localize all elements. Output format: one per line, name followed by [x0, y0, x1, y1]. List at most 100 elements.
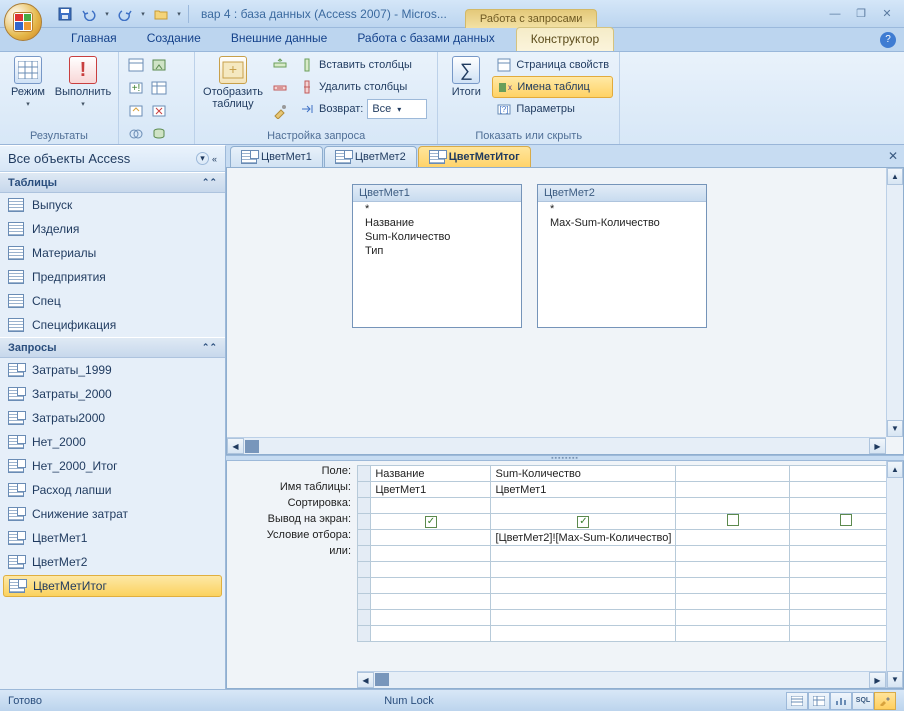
- table-box-1[interactable]: ЦветМет1 *НазваниеSum-КоличествоТип: [352, 184, 522, 328]
- qbe-cell[interactable]: [491, 594, 676, 610]
- sql-view-button[interactable]: SQL: [852, 692, 874, 710]
- qbe-cell[interactable]: [371, 578, 491, 594]
- scroll-up-icon[interactable]: ▲: [887, 168, 903, 185]
- qbe-cell[interactable]: ✓: [491, 514, 676, 530]
- select-query-icon[interactable]: [125, 54, 147, 76]
- nav-section-tables[interactable]: Таблицы⌃⌃: [0, 172, 225, 193]
- table-field[interactable]: Название: [353, 216, 521, 230]
- delete-rows-icon[interactable]: [269, 77, 291, 99]
- show-checkbox[interactable]: [840, 514, 852, 526]
- row-selector[interactable]: [358, 626, 371, 642]
- tab-design[interactable]: Конструктор: [516, 27, 614, 51]
- show-checkbox[interactable]: ✓: [425, 516, 437, 528]
- row-selector[interactable]: [358, 562, 371, 578]
- row-selector[interactable]: [358, 594, 371, 610]
- row-selector[interactable]: [358, 610, 371, 626]
- nav-header[interactable]: Все объекты Access ▾«: [0, 146, 225, 172]
- builder-icon[interactable]: [269, 100, 291, 122]
- qbe-cell[interactable]: [676, 594, 789, 610]
- scroll-down-icon[interactable]: ▼: [887, 671, 903, 688]
- qbe-cell[interactable]: [371, 610, 491, 626]
- doc-tab-3[interactable]: ЦветМетИтог: [418, 146, 531, 167]
- help-icon[interactable]: ?: [880, 32, 896, 48]
- restore-button[interactable]: ❐: [850, 5, 872, 23]
- row-selector[interactable]: [358, 546, 371, 562]
- run-button[interactable]: ! Выполнить ▾: [54, 54, 112, 110]
- scroll-right-icon[interactable]: ▶: [869, 672, 886, 688]
- show-checkbox[interactable]: [727, 514, 739, 526]
- append-query-icon[interactable]: +!: [125, 77, 147, 99]
- qbe-cell[interactable]: ✓: [371, 514, 491, 530]
- doc-tab-2[interactable]: ЦветМет2: [324, 146, 417, 167]
- scroll-left-icon[interactable]: ◀: [227, 438, 244, 454]
- qbe-cell[interactable]: [ЦветМет2]![Max-Sum-Количество]: [491, 530, 676, 546]
- qat-more-icon[interactable]: ▾: [174, 3, 184, 25]
- qbe-cell[interactable]: [371, 546, 491, 562]
- save-icon[interactable]: [54, 3, 76, 25]
- qbe-cell[interactable]: [676, 562, 789, 578]
- scroll-up-icon[interactable]: ▲: [887, 461, 903, 478]
- table-field[interactable]: Sum-Количество: [353, 230, 521, 244]
- delete-columns-button[interactable]: Удалить столбцы: [295, 76, 431, 98]
- qbe-cell[interactable]: [371, 498, 491, 514]
- nav-query-item[interactable]: Расход лапши: [0, 478, 225, 502]
- passthrough-query-icon[interactable]: [148, 123, 170, 145]
- nav-table-item[interactable]: Спецификация: [0, 313, 225, 337]
- nav-query-item[interactable]: Снижение затрат: [0, 502, 225, 526]
- union-query-icon[interactable]: [125, 123, 147, 145]
- datasheet-view-button[interactable]: [786, 692, 808, 710]
- qbe-cell[interactable]: [676, 578, 789, 594]
- view-button[interactable]: Режим ▾: [6, 54, 50, 110]
- vertical-scrollbar[interactable]: ▲▼: [886, 168, 903, 437]
- totals-button[interactable]: ∑ Итоги: [444, 54, 488, 100]
- tab-database[interactable]: Работа с базами данных: [342, 26, 509, 51]
- qbe-cell[interactable]: [676, 610, 789, 626]
- query-designer-top[interactable]: ЦветМет1 *НазваниеSum-КоличествоТип Цвет…: [226, 168, 904, 455]
- qbe-cell[interactable]: ЦветМет1: [491, 482, 676, 498]
- open-folder-icon[interactable]: [150, 3, 172, 25]
- table-field[interactable]: *: [538, 202, 706, 216]
- qbe-cell[interactable]: [491, 498, 676, 514]
- nav-collapse-icon[interactable]: «: [212, 154, 217, 164]
- nav-query-item[interactable]: Нет_2000: [0, 430, 225, 454]
- tab-home[interactable]: Главная: [56, 26, 132, 51]
- row-selector[interactable]: [358, 466, 371, 482]
- nav-query-item[interactable]: Затраты_1999: [0, 358, 225, 382]
- delete-query-icon[interactable]: [148, 100, 170, 122]
- horizontal-scrollbar[interactable]: ◀▶: [227, 437, 886, 454]
- office-button[interactable]: [4, 3, 42, 41]
- table-field[interactable]: Тип: [353, 244, 521, 258]
- qbe-cell[interactable]: [676, 498, 789, 514]
- qbe-cell[interactable]: [491, 562, 676, 578]
- row-selector[interactable]: [358, 514, 371, 530]
- row-selector[interactable]: [358, 482, 371, 498]
- qbe-cell[interactable]: [491, 610, 676, 626]
- redo-icon[interactable]: [114, 3, 136, 25]
- undo-dropdown-icon[interactable]: ▾: [102, 3, 112, 25]
- show-table-button[interactable]: + Отобразить таблицу: [201, 54, 265, 112]
- qbe-cell[interactable]: ЦветМет1: [371, 482, 491, 498]
- scroll-thumb[interactable]: [245, 440, 259, 453]
- nav-table-item[interactable]: Материалы: [0, 241, 225, 265]
- qbe-cell[interactable]: [676, 482, 789, 498]
- show-checkbox[interactable]: ✓: [577, 516, 589, 528]
- design-view-button[interactable]: [874, 692, 896, 710]
- tab-external[interactable]: Внешние данные: [216, 26, 343, 51]
- nav-table-item[interactable]: Предприятия: [0, 265, 225, 289]
- row-selector[interactable]: [358, 578, 371, 594]
- nav-dropdown-icon[interactable]: ▾: [196, 152, 209, 165]
- redo-dropdown-icon[interactable]: ▾: [138, 3, 148, 25]
- pivot-table-view-button[interactable]: [808, 692, 830, 710]
- qbe-cell[interactable]: Sum-Количество: [491, 466, 676, 482]
- doc-tab-1[interactable]: ЦветМет1: [230, 146, 323, 167]
- make-table-query-icon[interactable]: [148, 54, 170, 76]
- row-selector[interactable]: [358, 530, 371, 546]
- qbe-cell[interactable]: [676, 466, 789, 482]
- qbe-cell[interactable]: [676, 530, 789, 546]
- undo-icon[interactable]: [78, 3, 100, 25]
- nav-section-queries[interactable]: Запросы⌃⌃: [0, 337, 225, 358]
- qbe-cell[interactable]: [371, 562, 491, 578]
- close-button[interactable]: ✕: [876, 5, 898, 23]
- qbe-cell[interactable]: [676, 546, 789, 562]
- nav-query-item[interactable]: Нет_2000_Итог: [0, 454, 225, 478]
